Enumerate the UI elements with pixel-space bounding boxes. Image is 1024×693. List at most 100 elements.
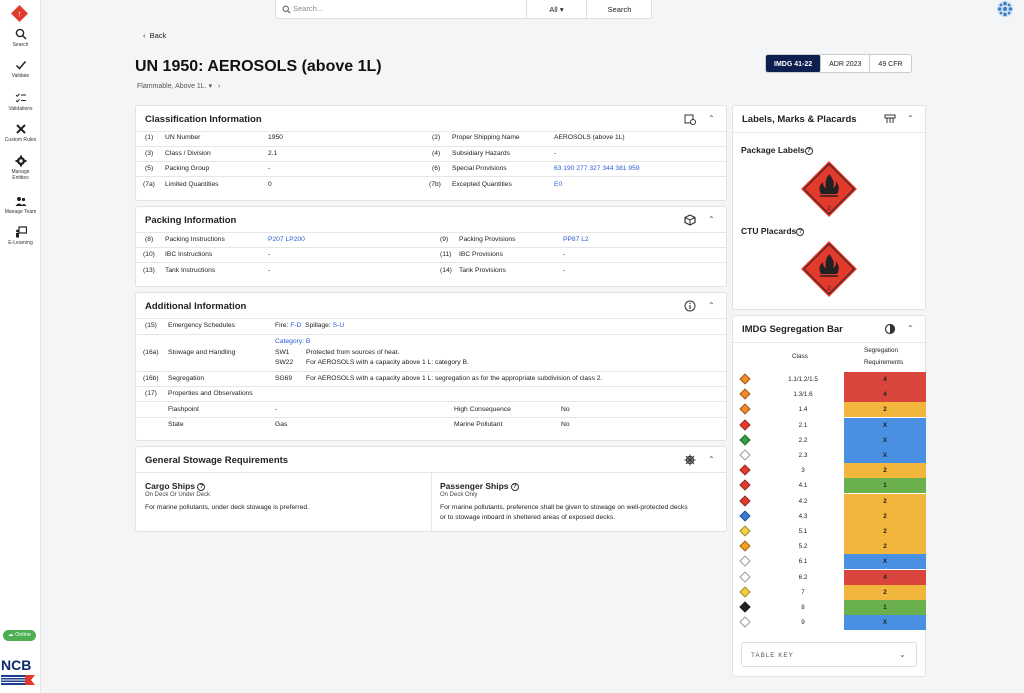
field-num: (3) bbox=[145, 150, 154, 157]
left-sidebar: ↑ Search Validate Validations Custom Rul… bbox=[0, 0, 41, 693]
fire-ems-link[interactable]: F-D bbox=[290, 322, 301, 329]
field-label: Segregation bbox=[168, 375, 205, 382]
field-value: - bbox=[275, 406, 278, 413]
field-value: 2.1 bbox=[268, 150, 278, 157]
field-num: (2) bbox=[432, 134, 441, 141]
segregation-class: 2.3 bbox=[798, 452, 808, 459]
nav-label: Validate bbox=[11, 73, 30, 79]
spill-ems-link[interactable]: S-U bbox=[333, 322, 345, 329]
tab-adr[interactable]: ADR 2023 bbox=[821, 55, 871, 72]
collapse-chevron-icon[interactable]: ⌃ bbox=[708, 301, 715, 310]
ship-wheel-icon[interactable] bbox=[684, 454, 696, 466]
segregation-row: 4.3 2 bbox=[733, 508, 926, 524]
nav-manage-entities[interactable]: Manage Entities bbox=[0, 155, 41, 181]
field-label: Tank Provisions bbox=[459, 267, 506, 274]
field-label: Properties and Observations bbox=[168, 390, 253, 397]
passenger-ships-text: For marine pollutants, preference shall … bbox=[440, 504, 688, 511]
field-label: Class / Division bbox=[165, 150, 211, 157]
online-label: Online bbox=[15, 632, 31, 638]
nav-custom-rules[interactable]: Custom Rules bbox=[0, 123, 41, 143]
packing-provisions-link[interactable]: PP87 L2 bbox=[563, 236, 589, 243]
segregation-row: 2.2 X bbox=[733, 432, 926, 448]
column-header-class: Class bbox=[792, 353, 808, 360]
nav-label: Validations bbox=[8, 106, 33, 112]
collapse-chevron-icon[interactable]: ⌃ bbox=[708, 455, 715, 464]
field-label: State bbox=[168, 421, 184, 428]
scope-value: All bbox=[549, 5, 558, 14]
table-key-dropdown[interactable]: TABLE KEY ⌄ bbox=[741, 642, 917, 667]
segregation-class: 2.2 bbox=[798, 436, 808, 444]
nav-search[interactable]: Search bbox=[0, 28, 41, 48]
collapse-chevron-icon[interactable]: ⌃ bbox=[708, 215, 715, 224]
segregation-row: 6.1 X bbox=[733, 554, 926, 570]
hazard-class-icon bbox=[739, 373, 751, 385]
gear-icon bbox=[15, 155, 26, 167]
nav-elearning[interactable]: E-Learning bbox=[0, 226, 41, 246]
segregation-class: 9 bbox=[801, 619, 805, 627]
search-icon bbox=[15, 28, 27, 40]
packing-instructions-link[interactable]: P207 LP200 bbox=[268, 236, 305, 243]
collapse-chevron-icon[interactable]: ⌃ bbox=[708, 114, 715, 123]
field-num: (8) bbox=[145, 236, 154, 243]
hazard-class-icon bbox=[739, 464, 751, 476]
segregation-class: 7 bbox=[801, 588, 805, 596]
variant-selector[interactable]: Flammable, Above 1L. ▾ › bbox=[137, 82, 220, 90]
segregation-class: 8 bbox=[801, 604, 805, 611]
field-label: Limited Quantities bbox=[165, 181, 219, 188]
nav-validate[interactable]: Validate bbox=[0, 59, 41, 79]
segregation-row: 81 bbox=[733, 600, 926, 615]
passenger-ships-sub: On Deck Only bbox=[440, 492, 478, 498]
help-icon[interactable]: ? bbox=[197, 482, 206, 491]
segregation-row: 4.2 2 bbox=[733, 493, 926, 509]
tab-49cfr[interactable]: 49 CFR bbox=[870, 55, 910, 72]
search-button[interactable]: Search bbox=[586, 0, 652, 19]
stowage-category-link[interactable]: Category: B bbox=[275, 338, 310, 345]
segregation-requirement: 2 bbox=[844, 584, 926, 600]
collapse-chevron-icon[interactable]: ⌃ bbox=[907, 324, 914, 333]
collapse-chevron-icon[interactable]: ⌃ bbox=[907, 114, 914, 123]
help-icon[interactable]: ? bbox=[804, 146, 813, 155]
panel-title: IMDG Segregation Bar bbox=[742, 324, 843, 335]
flammable-gas-placard-icon: 2 bbox=[801, 241, 857, 297]
toggle-view-icon[interactable] bbox=[884, 323, 896, 335]
search-input[interactable]: Search... bbox=[282, 4, 323, 14]
special-provisions-link[interactable]: 63 190 277 327 344 381 959 bbox=[554, 165, 640, 172]
stowage-code: SW1 bbox=[275, 349, 290, 356]
panel-title: Classification Information bbox=[145, 114, 262, 125]
segregation-class: 5.1 bbox=[798, 528, 808, 535]
app-logo[interactable]: ↑ bbox=[11, 5, 28, 22]
field-label: High Consequence bbox=[454, 406, 511, 413]
partner-logo-icon[interactable] bbox=[996, 0, 1014, 18]
segregation-code: SG69 bbox=[275, 375, 293, 382]
cloud-icon: ☁ bbox=[8, 632, 14, 638]
tab-imdg[interactable]: IMDG 41-22 bbox=[766, 55, 822, 72]
page-title: UN 1950: AEROSOLS (above 1L) bbox=[135, 58, 382, 75]
segregation-class: 4.2 bbox=[798, 497, 808, 505]
help-icon[interactable]: ? bbox=[796, 227, 805, 236]
package-box-icon[interactable] bbox=[684, 214, 696, 226]
segregation-requirement: 1 bbox=[844, 600, 926, 615]
info-icon[interactable] bbox=[684, 300, 696, 312]
nav-label: E-Learning bbox=[8, 240, 33, 246]
chevron-right-icon: › bbox=[217, 83, 221, 90]
nav-manage-team[interactable]: Manage Team bbox=[0, 195, 41, 215]
search-scope-dropdown[interactable]: All ▾ bbox=[526, 0, 586, 19]
excepted-quantities-link[interactable]: E0 bbox=[554, 181, 562, 188]
field-label: Special Provisions bbox=[452, 165, 507, 172]
help-icon[interactable]: ? bbox=[510, 482, 519, 491]
document-clock-icon[interactable] bbox=[684, 113, 696, 125]
nav-validations[interactable]: Validations bbox=[0, 92, 41, 112]
segregation-row: 32 bbox=[733, 463, 926, 479]
segregation-requirement: X bbox=[844, 615, 926, 631]
ems-value: Fire: F-D Spillage: S-U bbox=[275, 322, 344, 329]
cargo-title-text: Cargo Ships bbox=[145, 481, 196, 491]
additional-info-panel: Additional Information ⌃ bbox=[135, 292, 727, 441]
placard-icon[interactable] bbox=[884, 113, 896, 125]
field-label: UN Number bbox=[165, 134, 201, 141]
package-labels-text: Package Labels bbox=[741, 145, 805, 155]
nav-label: Manage Entities bbox=[11, 169, 30, 181]
field-value: - bbox=[563, 267, 566, 274]
segregation-requirement: 1 bbox=[844, 478, 926, 494]
back-link[interactable]: ‹ Back bbox=[143, 31, 166, 40]
field-num: (7a) bbox=[143, 181, 155, 188]
